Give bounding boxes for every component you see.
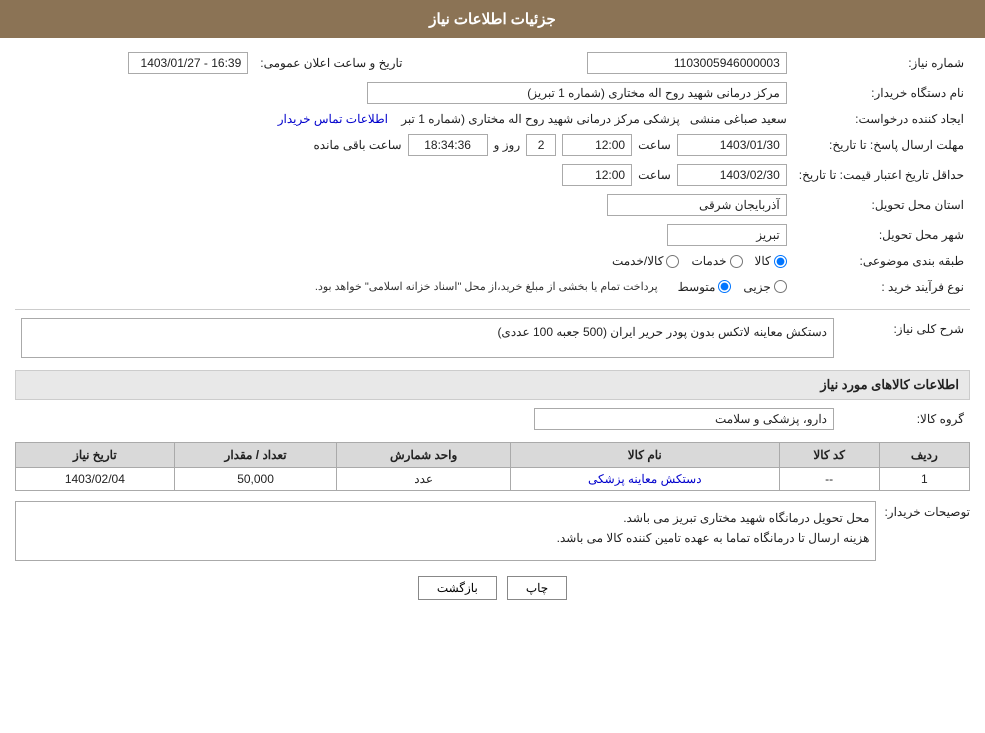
cell-product-code: -- xyxy=(779,468,879,491)
process-label: نوع فرآیند خرید : xyxy=(793,272,970,301)
requester-position: پزشکی مرکز درمانی شهید روح اله مختاری (ش… xyxy=(401,112,680,126)
buyer-notes-box: محل تحویل درمانگاه شهید مختاری تبریز می … xyxy=(15,501,876,561)
col-code: کد کالا xyxy=(779,443,879,468)
process-note: پرداخت تمام یا بخشی از مبلغ خرید،از محل … xyxy=(315,276,658,297)
announce-date-label: تاریخ و ساعت اعلان عمومی: xyxy=(254,48,408,78)
cell-row-num: 1 xyxy=(879,468,969,491)
back-button[interactable]: بازگشت xyxy=(418,576,497,600)
requester-name: سعید صباغی منشی xyxy=(690,112,787,126)
price-time-label: ساعت xyxy=(638,168,671,182)
process-jazii[interactable]: جزیی xyxy=(743,280,786,294)
send-remaining-label: ساعت باقی مانده xyxy=(314,138,402,152)
send-remaining-unit: روز و xyxy=(494,138,521,152)
need-number-value: 1103005946000003 xyxy=(587,52,787,74)
province-label: استان محل تحویل: xyxy=(793,190,970,220)
requester-contact-link[interactable]: اطلاعات تماس خریدار xyxy=(278,112,388,126)
page-header: جزئیات اطلاعات نیاز xyxy=(0,0,985,38)
city-label: شهر محل تحویل: xyxy=(793,220,970,250)
col-row: ردیف xyxy=(879,443,969,468)
price-validity-label: حداقل تاریخ اعتبار قیمت: تا تاریخ: xyxy=(793,160,970,190)
description-label: شرح کلی نیاز: xyxy=(840,314,970,362)
items-title: اطلاعات کالاهای مورد نیاز xyxy=(15,370,970,400)
requester-label: ایجاد کننده درخواست: xyxy=(793,108,970,130)
send-days: 2 xyxy=(526,134,556,156)
city-value: تبریز xyxy=(667,224,787,246)
category-kala-khadamat[interactable]: کالا/خدمت xyxy=(612,254,679,268)
buyer-notes-label: توصیحات خریدار: xyxy=(884,501,970,519)
page-title: جزئیات اطلاعات نیاز xyxy=(429,11,556,28)
buyer-notes-line1: محل تحویل درمانگاه شهید مختاری تبریز می … xyxy=(22,508,869,528)
process-motavaset[interactable]: متوسط xyxy=(678,280,732,294)
cell-product-name[interactable]: دستکش معاینه پزشکی xyxy=(510,468,779,491)
goods-group-value: دارو، پزشکی و سلامت xyxy=(534,408,834,430)
col-date: تاریخ نیاز xyxy=(16,443,175,468)
send-remaining-time: 18:34:36 xyxy=(408,134,488,156)
cell-unit: عدد xyxy=(337,468,511,491)
category-kala[interactable]: کالا xyxy=(755,254,787,268)
cell-quantity: 50,000 xyxy=(174,468,337,491)
price-date: 1403/02/30 xyxy=(677,164,787,186)
price-time: 12:00 xyxy=(562,164,632,186)
send-date: 1403/01/30 xyxy=(677,134,787,156)
items-table: ردیف کد کالا نام کالا واحد شمارش تعداد /… xyxy=(15,442,970,491)
need-number-label: شماره نیاز: xyxy=(793,48,970,78)
col-name: نام کالا xyxy=(510,443,779,468)
category-khadamat-label: خدمات xyxy=(691,254,726,268)
description-value: دستکش معاینه لاتکس بدون پودر حریر ایران … xyxy=(21,318,834,358)
province-value: آذربایجان شرقی xyxy=(607,194,787,216)
table-row: 1 -- دستکش معاینه پزشکی عدد 50,000 1403/… xyxy=(16,468,970,491)
send-time: 12:00 xyxy=(562,134,632,156)
announce-date-value: 1403/01/27 - 16:39 xyxy=(128,52,248,74)
goods-group-label: گروه کالا: xyxy=(840,404,970,434)
category-label: طبقه بندی موضوعی: xyxy=(793,250,970,272)
buyer-notes-line2: هزینه ارسال تا درمانگاه تماما به عهده تا… xyxy=(22,528,869,548)
buyer-org-value: مرکز درمانی شهید روح اله مختاری (شماره 1… xyxy=(367,82,787,104)
process-motavaset-label: متوسط xyxy=(678,280,716,294)
buyer-org-label: نام دستگاه خریدار: xyxy=(793,78,970,108)
category-kala-khadamat-label: کالا/خدمت xyxy=(612,254,663,268)
col-qty: تعداد / مقدار xyxy=(174,443,337,468)
send-time-label: ساعت xyxy=(638,138,671,152)
process-jazii-label: جزیی xyxy=(743,280,770,294)
print-button[interactable]: چاپ xyxy=(507,576,567,600)
cell-need-date: 1403/02/04 xyxy=(16,468,175,491)
category-kala-label: کالا xyxy=(755,254,771,268)
send-deadline-label: مهلت ارسال پاسخ: تا تاریخ: xyxy=(793,130,970,160)
col-unit: واحد شمارش xyxy=(337,443,511,468)
category-khadamat[interactable]: خدمات xyxy=(691,254,742,268)
